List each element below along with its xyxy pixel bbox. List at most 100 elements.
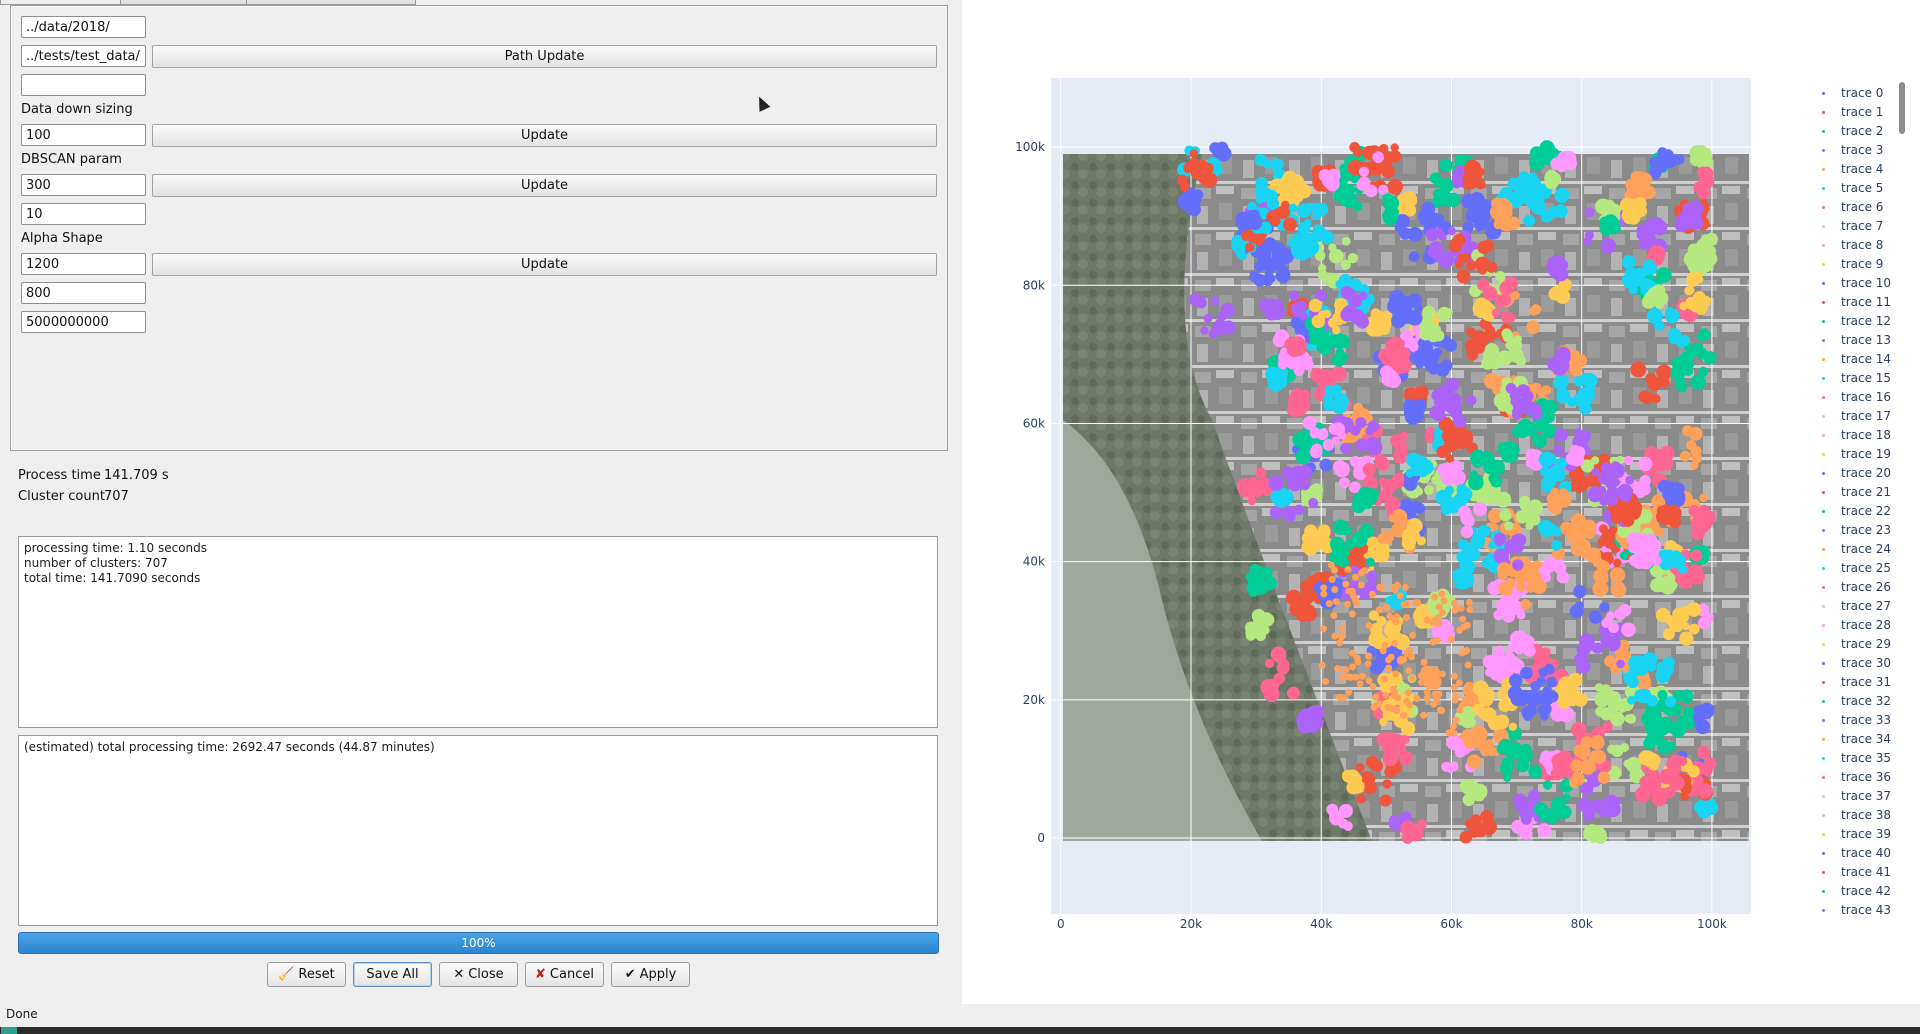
cluster-point (1334, 665, 1342, 673)
alpha-update-button[interactable]: Update (152, 253, 937, 276)
dbscan-minpts-input[interactable] (21, 203, 146, 225)
legend-item[interactable]: trace 37 (1822, 789, 1891, 803)
dbscan-label: DBSCAN param (21, 152, 122, 167)
legend-item[interactable]: trace 32 (1822, 694, 1891, 708)
legend-item[interactable]: trace 11 (1822, 295, 1891, 309)
legend-item[interactable]: trace 26 (1822, 580, 1891, 594)
cluster-point (1290, 242, 1307, 259)
legend-item[interactable]: trace 35 (1822, 751, 1891, 765)
cluster-point (1350, 580, 1360, 590)
alpha-input-3[interactable] (21, 311, 146, 333)
dbscan-update-button[interactable]: Update (152, 174, 937, 197)
legend-item[interactable]: trace 24 (1822, 542, 1891, 556)
legend-item[interactable]: trace 5 (1822, 181, 1883, 195)
cluster-point (1365, 557, 1375, 567)
legend-item[interactable]: trace 8 (1822, 238, 1883, 252)
alpha-input-2[interactable] (21, 282, 146, 304)
legend-item[interactable]: trace 15 (1822, 371, 1891, 385)
cancel-button[interactable]: ✘ Cancel (525, 962, 604, 987)
cluster-point (1626, 713, 1637, 724)
legend-item[interactable]: trace 19 (1822, 447, 1891, 461)
cluster-point (1512, 194, 1523, 206)
cluster-point (1353, 654, 1361, 662)
test-path-input[interactable] (21, 45, 146, 67)
cluster-point (1474, 222, 1484, 232)
legend-item[interactable]: trace 14 (1822, 352, 1891, 366)
cluster-point (1580, 527, 1590, 538)
alpha-input-1[interactable] (21, 253, 146, 275)
cluster-point (1341, 769, 1354, 782)
legend-item[interactable]: trace 34 (1822, 732, 1891, 746)
legend-item[interactable]: trace 39 (1822, 827, 1891, 841)
downsizing-update-button[interactable]: Update (152, 124, 937, 147)
legend-item[interactable]: trace 40 (1822, 846, 1891, 860)
extra-path-input[interactable] (21, 74, 146, 96)
close-button[interactable]: ✕ Close (439, 962, 518, 987)
scatter-chart[interactable]: 0 20k 40k 60k 80k 100k 0 20k 40k 60k 80k 100k (962, 0, 1920, 1004)
cluster-point (1449, 433, 1462, 446)
downsizing-input[interactable] (21, 124, 146, 146)
legend-item[interactable]: trace 42 (1822, 884, 1891, 898)
legend-scrollbar[interactable] (1899, 82, 1905, 134)
data-path-input[interactable] (21, 16, 146, 38)
cluster-point (1302, 359, 1314, 371)
legend-marker (1822, 567, 1825, 570)
estimate-output[interactable]: (estimated) total processing time: 2692.… (18, 735, 938, 926)
legend-label: trace 39 (1841, 827, 1892, 841)
legend-item[interactable]: trace 0 (1822, 86, 1883, 100)
cluster-point (1260, 612, 1275, 627)
dbscan-eps-input[interactable] (21, 174, 146, 196)
legend-item[interactable]: trace 23 (1822, 523, 1891, 537)
legend-item[interactable]: trace 29 (1822, 637, 1891, 651)
reset-button[interactable]: 🧹 Reset (267, 962, 346, 987)
legend-item[interactable]: trace 38 (1822, 808, 1891, 822)
cluster-point (1621, 514, 1635, 528)
legend-item[interactable]: trace 16 (1822, 390, 1891, 404)
legend-item[interactable]: trace 7 (1822, 219, 1883, 233)
legend-marker (1822, 643, 1825, 646)
legend-item[interactable]: trace 36 (1822, 770, 1891, 784)
legend-item[interactable]: trace 41 (1822, 865, 1891, 879)
path-update-button[interactable]: Path Update (152, 45, 937, 68)
cluster-point (1597, 771, 1611, 784)
legend-item[interactable]: trace 13 (1822, 333, 1891, 347)
apply-button[interactable]: ✔ Apply (611, 962, 690, 987)
cluster-point (1314, 202, 1329, 217)
legend-item[interactable]: trace 28 (1822, 618, 1891, 632)
cluster-point (1427, 246, 1440, 258)
legend-item[interactable]: trace 33 (1822, 713, 1891, 727)
legend-item[interactable]: trace 18 (1822, 428, 1891, 442)
legend-item[interactable]: trace 10 (1822, 276, 1891, 290)
legend-item[interactable]: trace 27 (1822, 599, 1891, 613)
legend-item[interactable]: trace 4 (1822, 162, 1883, 176)
legend-item[interactable]: trace 30 (1822, 656, 1891, 670)
legend-item[interactable]: trace 25 (1822, 561, 1891, 575)
save-all-button[interactable]: Save All (353, 962, 432, 987)
status-bar: Done (0, 1004, 962, 1028)
cluster-point (1464, 542, 1475, 553)
cluster-point (1683, 706, 1695, 719)
legend-item[interactable]: trace 3 (1822, 143, 1883, 157)
cluster-point (1279, 189, 1289, 198)
legend-item[interactable]: trace 31 (1822, 675, 1891, 689)
legend-item[interactable]: trace 12 (1822, 314, 1891, 328)
legend-item[interactable]: trace 21 (1822, 485, 1891, 499)
cluster-point (1605, 199, 1615, 209)
cluster-point (1582, 373, 1598, 389)
legend-item[interactable]: trace 17 (1822, 409, 1891, 423)
log-output[interactable]: processing time: 1.10 seconds number of … (18, 536, 938, 728)
legend-item[interactable]: trace 2 (1822, 124, 1883, 138)
legend-item[interactable]: trace 22 (1822, 504, 1891, 518)
cluster-point (1445, 398, 1461, 415)
app-taskbar-icon[interactable] (1, 1027, 17, 1034)
cluster-point (1362, 462, 1376, 477)
cluster-point (1431, 593, 1439, 601)
legend-item[interactable]: trace 1 (1822, 105, 1883, 119)
y-tick-label: 40k (1023, 555, 1045, 569)
legend-item[interactable]: trace 43 (1822, 903, 1891, 917)
legend-item[interactable]: trace 20 (1822, 466, 1891, 480)
legend-item[interactable]: trace 9 (1822, 257, 1883, 271)
legend-item[interactable]: trace 6 (1822, 200, 1883, 214)
cluster-point (1699, 493, 1708, 503)
cluster-point (1628, 500, 1643, 515)
